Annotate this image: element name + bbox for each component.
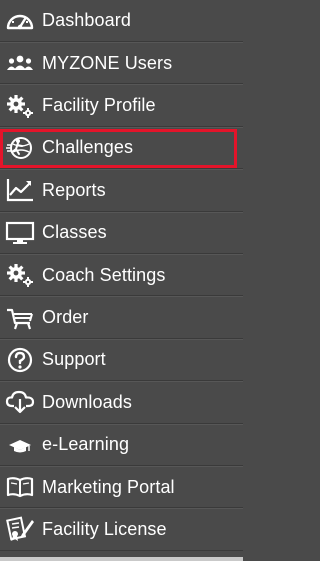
graduation-cap-icon [4, 431, 36, 459]
sidebar-item-label: Dashboard [42, 10, 131, 30]
sidebar-bottom-edge [0, 557, 243, 561]
sidebar-item-support[interactable]: Support [0, 338, 243, 382]
sidebar-item-label: Reports [42, 179, 106, 200]
sidebar-item-label: Facility Profile [42, 95, 156, 116]
line-chart-icon [4, 176, 36, 204]
sidebar-item-label: Challenges [42, 137, 134, 158]
gears-icon [4, 261, 36, 289]
question-circle-icon [4, 346, 36, 374]
cloud-download-icon [4, 388, 36, 416]
open-book-icon [4, 473, 36, 501]
sidebar-item-label: Facility License [42, 518, 167, 539]
sidebar-item-label: Downloads [42, 391, 132, 412]
sidebar-item-label: e-Learning [42, 434, 130, 455]
running-globe-icon [4, 134, 36, 162]
sidebar-item-label: Marketing Portal [42, 476, 175, 497]
gears-icon [4, 92, 36, 120]
certificate-pen-icon [4, 515, 36, 543]
sidebar-item-label: Order [42, 307, 89, 328]
sidebar-item-classes[interactable]: Classes [0, 211, 243, 254]
monitor-icon [4, 219, 36, 247]
sidebar-menu: Dashboard MYZONE Users Facility Profile … [0, 0, 243, 551]
sidebar-item-label: Support [42, 349, 106, 370]
sidebar-item-facility-profile[interactable]: Facility Profile [0, 84, 243, 127]
sidebar-item-label: Coach Settings [42, 264, 166, 285]
dashboard-gauge-icon [4, 7, 36, 35]
sidebar-item-reports[interactable]: Reports [0, 169, 243, 212]
sidebar-item-coach-settings[interactable]: Coach Settings [0, 253, 243, 297]
sidebar-item-label: Classes [42, 222, 107, 243]
sidebar-item-challenges[interactable]: Challenges [0, 126, 243, 170]
users-group-icon [4, 49, 36, 77]
sidebar-item-facility-license[interactable]: Facility License [0, 508, 243, 551]
sidebar-item-myzone-users[interactable]: MYZONE Users [0, 42, 243, 85]
sidebar: Dashboard MYZONE Users Facility Profile … [0, 0, 243, 561]
sidebar-item-order[interactable]: Order [0, 296, 243, 339]
sidebar-item-dashboard[interactable]: Dashboard [0, 0, 243, 42]
sidebar-item-marketing-portal[interactable]: Marketing Portal [0, 465, 243, 509]
sidebar-item-downloads[interactable]: Downloads [0, 381, 243, 424]
shopping-cart-icon [4, 304, 36, 332]
sidebar-item-e-learning[interactable]: e-Learning [0, 423, 243, 466]
sidebar-item-label: MYZONE Users [42, 52, 173, 73]
